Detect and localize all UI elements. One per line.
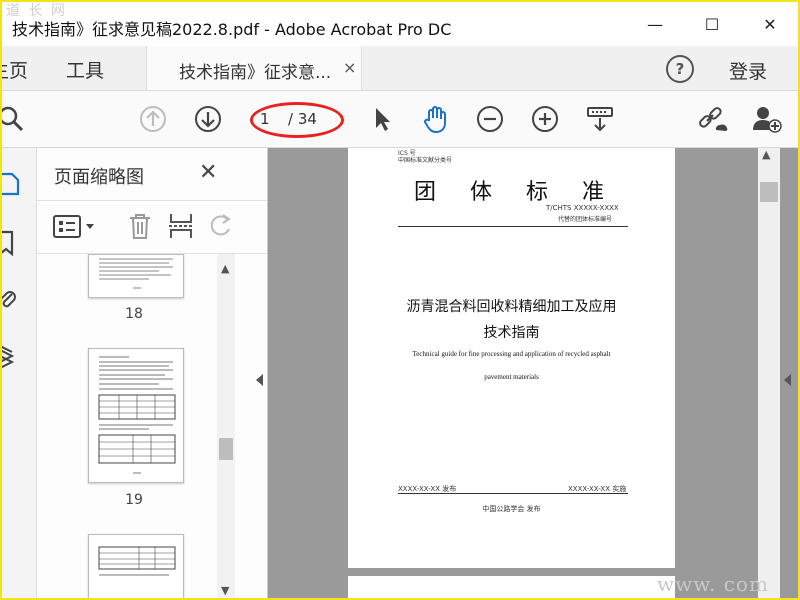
classification-label: 中国标准文献分类号 bbox=[398, 157, 453, 164]
page-thumbnail[interactable] bbox=[88, 348, 184, 483]
window-title: 技术指南》征求意见稿2022.8.pdf - Adobe Acrobat Pro… bbox=[12, 20, 452, 39]
standard-number: T/CHTS XXXXX-XXXX bbox=[546, 204, 619, 212]
left-navigation-rail bbox=[2, 148, 37, 598]
attachment-icon[interactable] bbox=[2, 286, 18, 316]
scroll-down-icon[interactable]: ▼ bbox=[221, 584, 229, 597]
pdf-page: ICS 号 中国标准文献分类号 团 体 标 准 T/CHTS XXXXX-XXX… bbox=[348, 148, 675, 568]
title-cn-line1: 沥青混合料回收料精细加工及应用 bbox=[406, 299, 617, 315]
hand-tool-icon[interactable] bbox=[418, 101, 454, 137]
help-icon[interactable]: ? bbox=[666, 55, 694, 83]
heading-divider bbox=[398, 226, 628, 227]
panel-title: 页面缩略图 bbox=[54, 167, 144, 188]
thumbnail-panel: 页面缩略图 ✕ 18 19 ▲ ▼ bbox=[37, 148, 268, 598]
title-bar: 道 长 网 技术指南》征求意见稿2022.8.pdf - Adobe Acrob… bbox=[2, 2, 798, 44]
panel-toolbar bbox=[37, 200, 267, 254]
scroll-up-icon[interactable]: ▲ bbox=[221, 262, 229, 275]
previous-page-icon[interactable] bbox=[135, 101, 171, 137]
panel-close-icon[interactable]: ✕ bbox=[199, 160, 217, 185]
maximize-button[interactable]: ☐ bbox=[692, 10, 732, 38]
doc-scrollbar-thumb[interactable] bbox=[760, 182, 778, 202]
toolbar: 1 / 34 bbox=[2, 91, 798, 148]
replaced-standard-label: 代替的团体标准编号 bbox=[558, 216, 613, 223]
scrollbar-thumb[interactable] bbox=[219, 438, 233, 460]
insert-page-icon[interactable] bbox=[168, 212, 194, 244]
date-divider bbox=[398, 493, 628, 494]
thumbnail-page-number: 18 bbox=[125, 306, 143, 322]
document-tab-close-icon[interactable]: × bbox=[343, 58, 356, 77]
minimize-button[interactable]: — bbox=[635, 10, 675, 38]
thumbnail-page-number: 19 bbox=[125, 492, 143, 508]
page-thumbnails-icon[interactable] bbox=[2, 170, 20, 200]
rotate-page-icon[interactable] bbox=[209, 213, 233, 243]
tab-tools[interactable]: 工具 bbox=[66, 56, 104, 83]
thumbnail-list: 18 19 bbox=[37, 254, 215, 598]
share-link-icon[interactable] bbox=[694, 101, 730, 137]
document-view: ICS 号 中国标准文献分类号 团 体 标 准 T/CHTS XXXXX-XXX… bbox=[256, 148, 798, 598]
title-en-line1: Technical guide for fine processing and … bbox=[412, 350, 611, 358]
delete-page-icon[interactable] bbox=[127, 212, 153, 244]
login-button[interactable]: 登录 bbox=[729, 57, 767, 84]
bookmark-icon[interactable] bbox=[2, 230, 18, 260]
page-thumbnail[interactable] bbox=[88, 254, 184, 298]
document-tab-label: 技术指南》征求意... bbox=[179, 63, 332, 83]
doc-scroll-up-icon[interactable]: ▲ bbox=[762, 148, 770, 161]
highlight-oval bbox=[250, 102, 344, 138]
tab-document[interactable]: 技术指南》征求意... × bbox=[146, 46, 362, 90]
add-user-icon[interactable] bbox=[749, 101, 785, 137]
app-window: 道 长 网 技术指南》征求意见稿2022.8.pdf - Adobe Acrob… bbox=[0, 0, 800, 600]
page-thumbnail[interactable] bbox=[88, 534, 184, 598]
thumbnail-options-icon[interactable] bbox=[53, 215, 97, 243]
zoom-in-icon[interactable] bbox=[527, 101, 563, 137]
thumbnail-scrollbar[interactable]: ▲ ▼ bbox=[217, 254, 235, 598]
scroll-mode-icon[interactable] bbox=[582, 101, 618, 137]
close-window-button[interactable]: ✕ bbox=[750, 10, 790, 38]
collapse-left-icon[interactable] bbox=[256, 374, 263, 386]
right-panel-expand-icon[interactable] bbox=[784, 374, 791, 386]
menu-bar: 主页 工具 技术指南》征求意... × ? 登录 bbox=[2, 46, 798, 91]
pdf-page-next bbox=[348, 576, 675, 598]
zoom-out-icon[interactable] bbox=[472, 101, 508, 137]
next-page-icon[interactable] bbox=[190, 101, 226, 137]
document-scrollbar[interactable]: ▲ bbox=[758, 148, 780, 598]
standard-heading: 团 体 标 准 bbox=[414, 180, 611, 205]
title-en-line2: pavement materials bbox=[484, 373, 539, 381]
select-cursor-icon[interactable] bbox=[364, 101, 400, 137]
publisher: 中国公路学会 发布 bbox=[482, 505, 541, 513]
search-icon[interactable] bbox=[2, 101, 30, 137]
tab-home[interactable]: 主页 bbox=[2, 56, 28, 83]
layers-icon[interactable] bbox=[2, 344, 20, 376]
title-cn-line2: 技术指南 bbox=[483, 325, 540, 341]
watermark-bottom: www. com bbox=[657, 572, 769, 596]
